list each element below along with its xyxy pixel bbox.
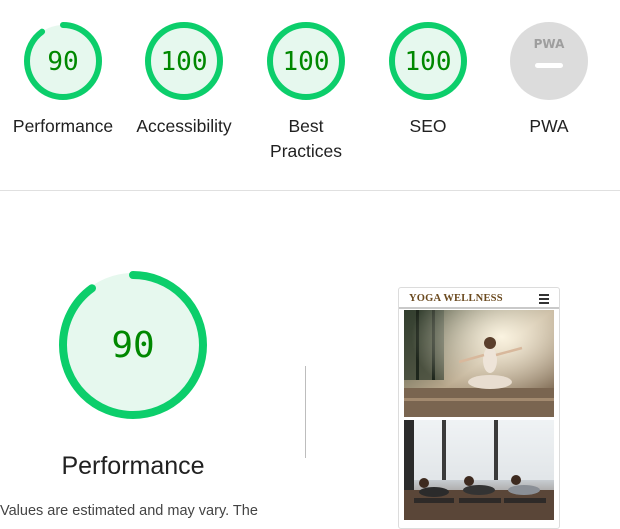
screenshot-site-header: YOGA WELLNESS: [399, 288, 559, 309]
pwa-dash-icon: [535, 63, 563, 68]
performance-gauge[interactable]: 90 Performance: [3, 20, 123, 139]
seo-gauge[interactable]: 100 SEO: [368, 20, 488, 139]
hamburger-menu-icon: [539, 294, 549, 306]
performance-label: Performance: [12, 116, 114, 136]
accessibility-gauge[interactable]: 100 Accessibility: [124, 20, 244, 139]
performance-large-score: 90: [111, 325, 154, 366]
pwa-gauge[interactable]: PWA PWA: [489, 20, 609, 139]
pwa-label: PWA: [529, 116, 569, 136]
performance-disclaimer: Values are estimated and may vary. The: [0, 503, 258, 519]
best-practices-score: 100: [283, 47, 330, 77]
seo-ring: 100: [389, 22, 467, 100]
seo-score: 100: [405, 47, 452, 77]
performance-score: 90: [47, 47, 78, 77]
yoga-photo-solo: [404, 310, 554, 417]
category-scores: 90 Performance 100 Accessibility 100 Bes…: [0, 0, 620, 191]
best-practices-label: Best Practices: [270, 116, 342, 161]
best-practices-ring: 100: [267, 22, 345, 100]
screenshot-brand: YOGA WELLNESS: [409, 293, 503, 304]
best-practices-gauge[interactable]: 100 Best Practices: [246, 20, 366, 164]
final-screenshot[interactable]: YOGA WELLNESS: [398, 287, 560, 529]
performance-large-gauge: 90: [59, 271, 207, 419]
pwa-badge-text: PWA: [534, 37, 565, 51]
seo-label: SEO: [409, 116, 447, 136]
accessibility-label: Accessibility: [136, 116, 232, 136]
accessibility-ring: 100: [145, 22, 223, 100]
pwa-badge-icon: PWA: [510, 22, 588, 100]
performance-ring: 90: [24, 22, 102, 100]
accessibility-score: 100: [161, 47, 208, 77]
yoga-photo-group: [404, 420, 554, 520]
section-divider: [305, 366, 306, 458]
performance-section-title: Performance: [61, 452, 205, 480]
